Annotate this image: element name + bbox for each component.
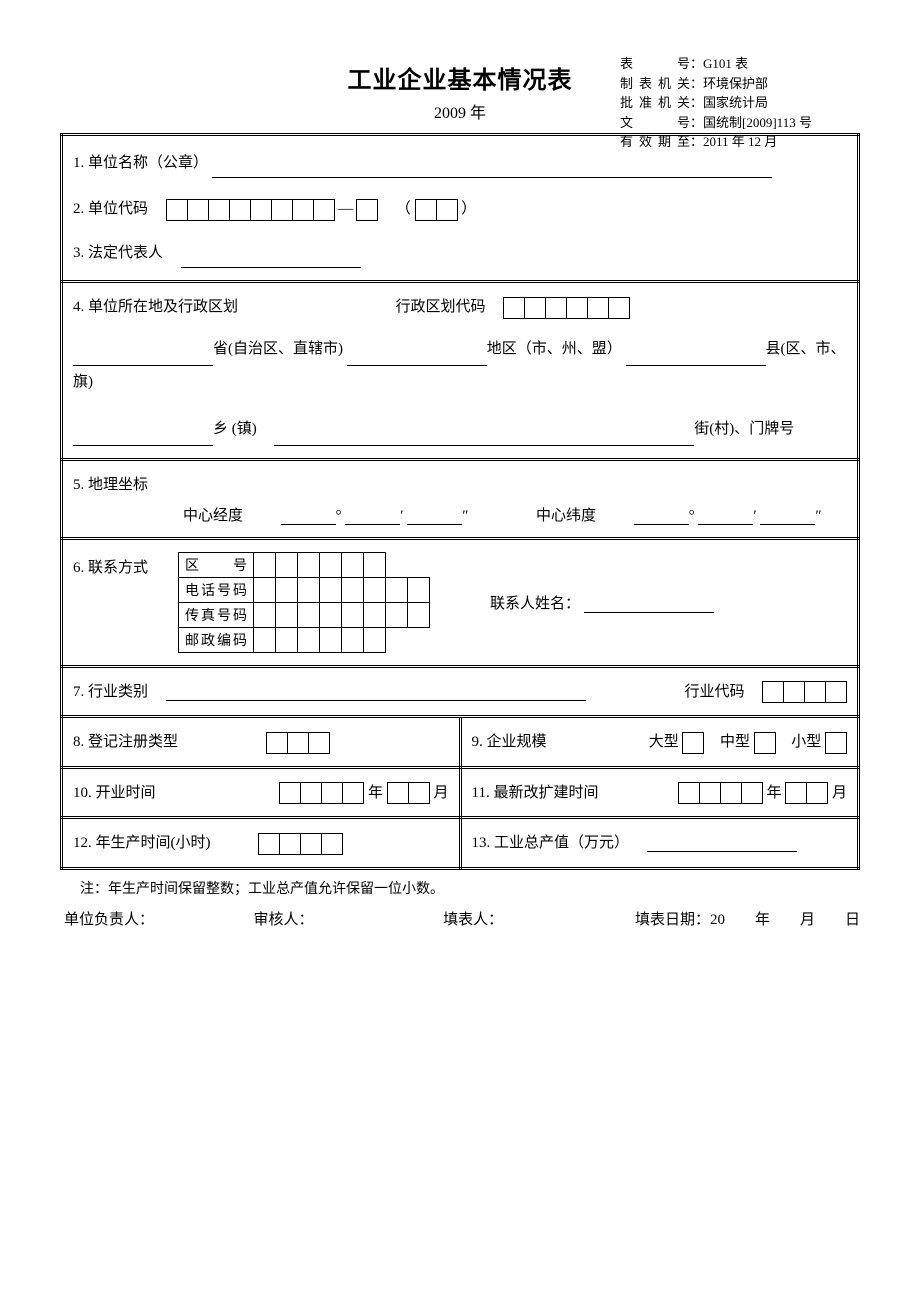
meta-value-maker: 环境保护部: [703, 76, 768, 91]
meta-label-approver: 批准机关: [620, 93, 690, 113]
meta-label-maker: 制表机关: [620, 74, 690, 94]
label-medium: 中型: [720, 734, 750, 750]
row-zip: 邮政编码: [179, 627, 430, 652]
sign-filler: 填表人：: [443, 908, 633, 929]
input-region[interactable]: [347, 348, 487, 366]
meta-info: 表 号：G101 表 制表机关：环境保护部 批准机关：国家统计局 文 号：国统制…: [620, 54, 860, 152]
meta-value-docno: 国统制[2009]113 号: [703, 115, 812, 130]
label-scale: 9. 企业规模: [472, 734, 547, 750]
meta-value-valid: 2011 年 12 月: [703, 134, 777, 149]
label-admin-code: 行政区划代码: [396, 299, 486, 315]
label-output-value: 13. 工业总产值（万元）: [472, 835, 630, 851]
checkbox-small[interactable]: [825, 732, 847, 754]
row-area-code: 区 号: [179, 552, 430, 577]
input-prod-hours[interactable]: [258, 833, 343, 855]
input-lat-sec[interactable]: [760, 509, 815, 525]
row-fax: 传真号码: [179, 602, 430, 627]
input-legal-rep[interactable]: [181, 250, 361, 268]
input-industry[interactable]: [166, 683, 586, 701]
label-industry-code: 行业代码: [684, 684, 744, 700]
input-rebuild-year[interactable]: [678, 782, 763, 804]
label-latitude: 中心纬度: [536, 508, 596, 524]
input-unit-code-check[interactable]: [356, 199, 378, 221]
label-contact-name: 联系人姓名：: [490, 596, 580, 612]
label-region: 地区（市、州、盟）: [487, 341, 622, 357]
input-industry-code[interactable]: [762, 681, 847, 703]
input-rebuild-month[interactable]: [785, 782, 828, 804]
meta-value-formno: G101 表: [703, 56, 748, 71]
input-reg-type[interactable]: [266, 732, 330, 754]
label-contact: 6. 联系方式: [73, 552, 148, 577]
signature-row: 单位负责人： 审核人： 填表人： 填表日期：20 年 月 日: [60, 908, 860, 929]
input-open-month[interactable]: [387, 782, 430, 804]
label-unit-name: 1. 单位名称（公章）: [73, 155, 208, 171]
input-lat-min[interactable]: [698, 509, 753, 525]
label-street: 街(村)、门牌号: [694, 421, 794, 437]
label-prod-hours: 12. 年生产时间(小时): [73, 835, 211, 851]
input-unit-code-paren[interactable]: [415, 199, 458, 221]
row-telephone: 电话号码: [179, 577, 430, 602]
label-longitude: 中心经度: [183, 508, 243, 524]
input-admin-code[interactable]: [503, 297, 630, 319]
meta-value-approver: 国家统计局: [703, 95, 768, 110]
label-small: 小型: [791, 734, 821, 750]
label-reg-type: 8. 登记注册类型: [73, 734, 178, 750]
label-province: 省(自治区、直辖市): [213, 341, 343, 357]
meta-label-formno: 表 号: [620, 54, 690, 74]
label-open-time: 10. 开业时间: [73, 785, 156, 801]
footnote: 注：年生产时间保留整数；工业总产值允许保留一位小数。: [60, 878, 860, 898]
sign-reviewer: 审核人：: [254, 908, 444, 929]
input-county[interactable]: [626, 348, 766, 366]
input-lat-deg[interactable]: [634, 509, 689, 525]
label-location: 4. 单位所在地及行政区划: [73, 299, 238, 315]
main-form-table: 1. 单位名称（公章） 2. 单位代码 — （ ） 3. 法定代表人 4. 单位…: [60, 133, 860, 870]
sign-date: 填表日期：20 年 月 日: [633, 908, 860, 929]
label-industry: 7. 行业类别: [73, 684, 148, 700]
input-lng-deg[interactable]: [281, 509, 336, 525]
input-street[interactable]: [274, 428, 694, 446]
checkbox-medium[interactable]: [754, 732, 776, 754]
label-rebuild-time: 11. 最新改扩建时间: [472, 785, 599, 801]
sign-owner: 单位负责人：: [64, 908, 254, 929]
input-unit-name[interactable]: [212, 160, 772, 178]
input-province[interactable]: [73, 348, 213, 366]
input-lng-sec[interactable]: [407, 509, 462, 525]
input-contact-name[interactable]: [584, 595, 714, 613]
label-large: 大型: [649, 734, 679, 750]
label-legal-rep: 3. 法定代表人: [73, 245, 163, 261]
contact-table: 区 号 电话号码 传真号码 邮政编码: [178, 552, 430, 653]
label-unit-code: 2. 单位代码: [73, 201, 148, 217]
input-lng-min[interactable]: [345, 509, 400, 525]
label-geo: 5. 地理坐标: [73, 477, 148, 493]
input-unit-code-main[interactable]: [166, 199, 335, 221]
meta-label-docno: 文 号: [620, 113, 690, 133]
input-township[interactable]: [73, 428, 213, 446]
checkbox-large[interactable]: [682, 732, 704, 754]
form-header: 工业企业基本情况表 2009 年 表 号：G101 表 制表机关：环境保护部 批…: [60, 60, 860, 123]
input-open-year[interactable]: [279, 782, 364, 804]
meta-label-valid: 有效期至: [620, 132, 690, 152]
label-township: 乡 (镇): [213, 421, 257, 437]
input-output-value[interactable]: [647, 834, 797, 852]
